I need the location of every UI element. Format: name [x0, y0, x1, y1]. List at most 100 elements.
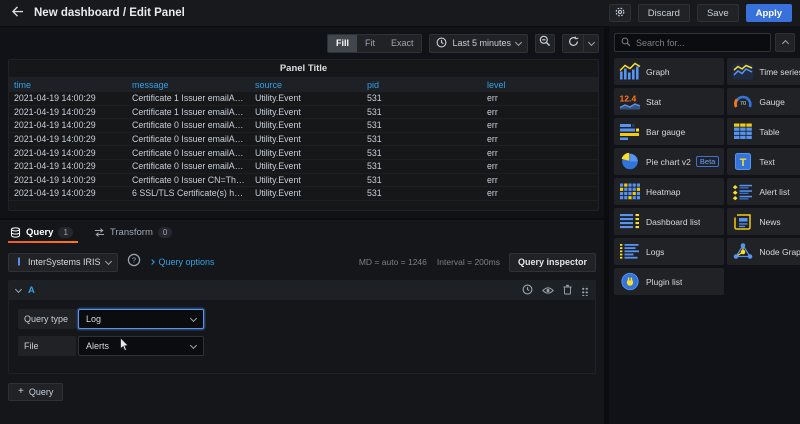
column-header-time[interactable]: time [9, 80, 127, 90]
back-arrow-icon [11, 4, 24, 22]
table-cell: Utility.Event [250, 175, 362, 185]
timeseries-viz-icon [732, 62, 754, 81]
chevron-down-icon [190, 314, 197, 321]
table-cell: 531 [362, 188, 482, 198]
delete-query-button[interactable] [563, 282, 572, 300]
table-cell: Utility.Event [250, 107, 362, 117]
query-ref-id: A [28, 285, 35, 296]
viz-item-pie-chart-v2[interactable]: Pie chart v2 Beta [614, 148, 724, 175]
file-label: File [18, 336, 76, 356]
chevron-up-icon [781, 40, 788, 47]
query-type-select[interactable]: Log [78, 309, 204, 329]
column-header-pid[interactable]: pid [362, 80, 482, 90]
table-cell: 531 [362, 175, 482, 185]
eye-icon [542, 282, 554, 300]
viz-item-stat[interactable]: 12.4Stat [614, 88, 724, 115]
table-cell: 2021-04-19 14:00:29 [9, 120, 127, 130]
viz-item-news[interactable]: NewsBeta [727, 208, 800, 235]
drag-handle[interactable] [581, 286, 588, 296]
size-mode-fit[interactable]: Fit [357, 35, 383, 52]
table-cell: Utility.Event [250, 188, 362, 198]
query-options-toggle[interactable]: Query options [150, 257, 215, 267]
datasource-picker[interactable]: InterSystems IRIS [8, 253, 118, 272]
tab-query-label: Query [26, 227, 53, 238]
table-cell: 531 [362, 107, 482, 117]
dashlist-viz-icon [619, 212, 641, 231]
viz-item-bar-gauge[interactable]: Bar gauge [614, 118, 724, 145]
tab-transform-label: Transform [110, 227, 153, 238]
top-header: New dashboard / Edit Panel Discard Save … [0, 0, 800, 26]
viz-item-label: Pie chart v2 [646, 157, 691, 167]
viz-item-label: Gauge [759, 97, 785, 107]
stat-viz-icon: 12.4 [619, 92, 641, 111]
viz-search [614, 33, 771, 52]
chevron-down-icon [515, 38, 522, 45]
tab-transform[interactable]: Transform 0 [92, 225, 177, 243]
chevron-down-icon [104, 257, 111, 264]
viz-item-text[interactable]: TText [727, 148, 800, 175]
viz-item-time-series[interactable]: Time seriesBeta [727, 58, 800, 85]
table-row: 2021-04-19 14:00:29Certificate 0 Issuer … [9, 160, 598, 174]
heatmap-viz-icon [619, 182, 641, 201]
query-type-label: Query type [18, 309, 76, 329]
back-button[interactable] [8, 4, 26, 22]
collapse-sidebar-button[interactable] [775, 33, 795, 52]
file-select[interactable]: Alerts [78, 336, 204, 356]
table-cell: 531 [362, 93, 482, 103]
column-header-level[interactable]: level [482, 80, 598, 90]
apply-button[interactable]: Apply [746, 4, 792, 22]
table-cell: 531 [362, 120, 482, 130]
datasource-name: InterSystems IRIS [28, 257, 101, 267]
refresh-button[interactable] [563, 35, 583, 52]
grip-dots-icon [581, 286, 588, 296]
query-options-summary: MD = auto = 1246 Interval = 200ms [359, 257, 500, 267]
viz-item-label: News [759, 217, 780, 227]
table-row: 2021-04-19 14:00:29Certificate 0 Issuer … [9, 174, 598, 188]
table-cell: 531 [362, 161, 482, 171]
save-button[interactable]: Save [697, 4, 739, 22]
search-icon [621, 34, 631, 52]
table-body: 2021-04-19 14:00:29Certificate 1 Issuer … [9, 92, 598, 201]
viz-item-node-graph[interactable]: Node GraphBeta [727, 238, 800, 265]
table-cell: 2021-04-19 14:00:29 [9, 188, 127, 198]
column-header-source[interactable]: source [250, 80, 362, 90]
column-header-message[interactable]: message [127, 80, 250, 90]
bargauge-viz-icon [619, 122, 641, 141]
viz-item-plugin-list[interactable]: Plugin list [614, 268, 724, 295]
grafana-edit-panel: New dashboard / Edit Panel Discard Save … [0, 0, 800, 424]
time-range-picker[interactable]: Last 5 minutes [429, 34, 528, 53]
size-mode-fill[interactable]: Fill [328, 35, 357, 52]
viz-item-gauge[interactable]: 70Gauge [727, 88, 800, 115]
datasource-help-button[interactable]: ? [127, 253, 141, 272]
viz-item-graph[interactable]: Graph [614, 58, 724, 85]
transform-icon [94, 227, 105, 238]
query-row-header[interactable]: A [9, 281, 595, 300]
viz-item-logs[interactable]: Logs [614, 238, 724, 265]
table-row: 2021-04-19 14:00:29Certificate 1 Issuer … [9, 106, 598, 120]
query-inspector-button[interactable]: Query inspector [509, 253, 596, 272]
panel-settings-button[interactable] [609, 4, 631, 22]
panel-preview: Panel Title timemessagesourcepidlevel 20… [8, 59, 599, 211]
viz-item-dashboard-list[interactable]: Dashboard list [614, 208, 724, 235]
history-button[interactable] [522, 282, 533, 300]
chevron-down-icon [190, 341, 197, 348]
tab-query[interactable]: Query 1 [8, 225, 78, 243]
clock-icon [436, 37, 447, 50]
viz-item-label: Alert list [759, 187, 789, 197]
table-cell: 2021-04-19 14:00:29 [9, 107, 127, 117]
viz-item-heatmap[interactable]: Heatmap [614, 178, 724, 205]
datasource-row: InterSystems IRIS ? Query options MD = a… [8, 252, 596, 272]
size-mode-exact[interactable]: Exact [383, 35, 422, 52]
discard-button[interactable]: Discard [638, 4, 690, 22]
viz-item-table[interactable]: Table [727, 118, 800, 145]
add-query-button[interactable]: + Query [8, 383, 63, 401]
query-editor-pane: Query 1 Transform 0 [0, 218, 604, 424]
viz-item-alert-list[interactable]: Alert list [727, 178, 800, 205]
svg-text:?: ? [131, 255, 135, 264]
viz-search-input[interactable] [636, 38, 764, 48]
zoom-out-button[interactable] [535, 34, 555, 53]
hide-query-button[interactable] [542, 282, 554, 300]
beta-badge: Beta [696, 156, 719, 168]
refresh-interval-button[interactable] [583, 35, 598, 52]
table-cell: 2021-04-19 14:00:29 [9, 93, 127, 103]
